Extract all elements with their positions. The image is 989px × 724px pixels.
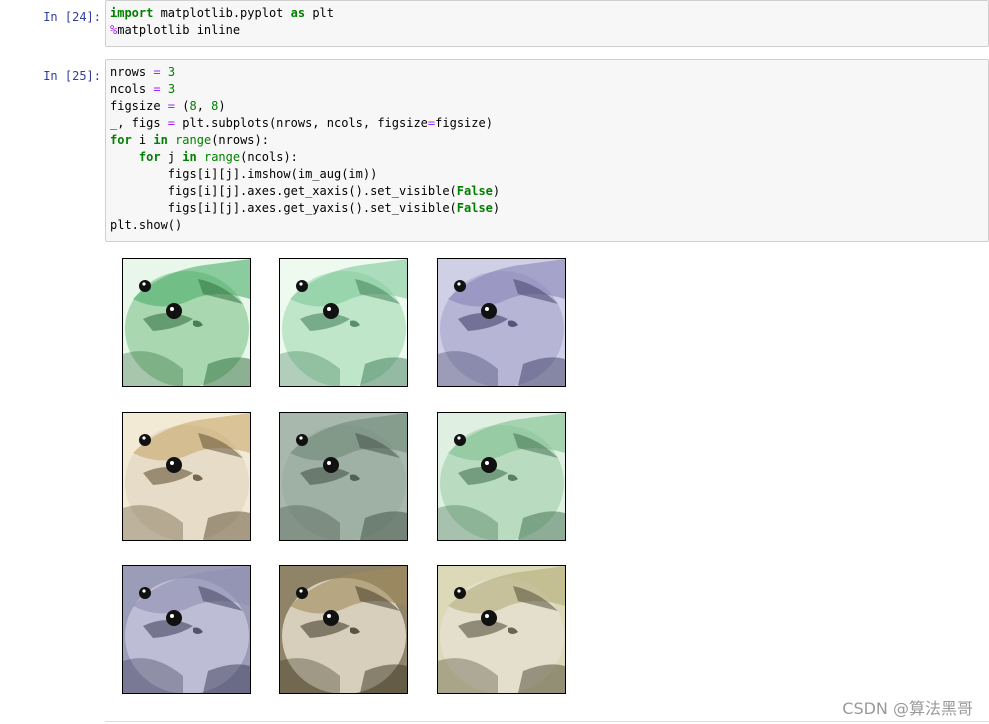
kitten-image	[438, 259, 565, 386]
code-line: %matplotlib inline	[110, 22, 984, 39]
code-token: )	[492, 184, 501, 198]
code-token: False	[456, 201, 493, 215]
code-token: =	[167, 99, 176, 113]
code-token: plt.show()	[110, 218, 183, 232]
code-token: =	[153, 65, 161, 79]
subplot-image	[279, 258, 408, 387]
subplot-image	[279, 565, 408, 694]
code-line: ncols = 3	[110, 81, 984, 98]
code-token: import	[110, 6, 154, 20]
code-token: )	[218, 99, 226, 113]
code-token: False	[456, 184, 493, 198]
code-token: 3	[167, 82, 176, 96]
kitten-image	[438, 413, 565, 540]
code-token: (ncols):	[240, 150, 298, 164]
code-line: nrows = 3	[110, 64, 984, 81]
code-token: )	[492, 201, 501, 215]
code-line: figs[i][j].imshow(im_aug(im))	[110, 166, 984, 183]
kitten-image	[280, 566, 407, 693]
kitten-image	[438, 566, 565, 693]
code-token: plt	[305, 6, 334, 20]
code-line: figsize = (8, 8)	[110, 98, 984, 115]
cell-prompt-24: In [24]:	[43, 10, 101, 24]
code-line: import matplotlib.pyplot as plt	[110, 5, 984, 22]
subplot-image	[122, 412, 251, 541]
code-line: figs[i][j].axes.get_xaxis().set_visible(…	[110, 183, 984, 200]
code-token: in	[153, 133, 168, 147]
code-cell-24[interactable]: import matplotlib.pyplot as plt %matplotl…	[105, 0, 989, 47]
kitten-image	[280, 413, 407, 540]
cell-divider	[105, 721, 989, 722]
code-token: in	[182, 150, 197, 164]
code-token: 8	[189, 99, 197, 113]
kitten-image	[123, 259, 250, 386]
code-line: _, figs = plt.subplots(nrows, ncols, fig…	[110, 115, 984, 132]
kitten-image	[280, 259, 407, 386]
code-cell-25[interactable]: nrows = 3 ncols = 3 figsize = (8, 8) _, fig…	[105, 59, 989, 242]
code-token: 3	[167, 65, 176, 79]
code-token: i	[131, 133, 154, 147]
subplot-image	[122, 565, 251, 694]
code-token: for	[110, 133, 132, 147]
code-line: plt.show()	[110, 217, 984, 234]
code-token: matplotlib inline	[117, 23, 241, 37]
code-line: for i in range(nrows):	[110, 132, 984, 149]
cell-output-figure	[122, 258, 566, 694]
code-token: for	[138, 150, 161, 164]
code-token: range	[175, 133, 212, 147]
code-token: figs[i][j].axes.get_xaxis().set_visible(	[110, 184, 457, 198]
kitten-image	[123, 566, 250, 693]
subplot-image	[437, 412, 566, 541]
code-token: figs[i][j].imshow(im_aug(im))	[110, 167, 378, 181]
code-token: (	[175, 99, 190, 113]
kitten-image	[123, 413, 250, 540]
subplot-image	[437, 258, 566, 387]
code-line: figs[i][j].axes.get_yaxis().set_visible(…	[110, 200, 984, 217]
subplot-image	[279, 412, 408, 541]
code-token: range	[203, 150, 241, 164]
code-token: =	[167, 116, 176, 130]
code-token: (nrows):	[211, 133, 269, 147]
code-token: plt.subplots(nrows, ncols, figsize	[175, 116, 428, 130]
code-token: =	[153, 82, 161, 96]
subplot-image	[122, 258, 251, 387]
code-token: ,	[196, 99, 212, 113]
code-token: matplotlib.pyplot	[153, 6, 291, 20]
code-token: j	[160, 150, 183, 164]
watermark: CSDN @算法黑哥	[842, 699, 973, 718]
cell-prompt-25: In [25]:	[43, 69, 101, 83]
code-token: nrows	[110, 65, 154, 79]
code-token: as	[290, 6, 306, 20]
subplot-image	[437, 565, 566, 694]
code-token: _, figs	[110, 116, 168, 130]
code-line: for j in range(ncols):	[110, 149, 984, 166]
code-token: figsize	[110, 99, 168, 113]
code-token: figsize)	[435, 116, 493, 130]
code-token: figs[i][j].axes.get_yaxis().set_visible(	[110, 201, 457, 215]
code-token: ncols	[110, 82, 154, 96]
